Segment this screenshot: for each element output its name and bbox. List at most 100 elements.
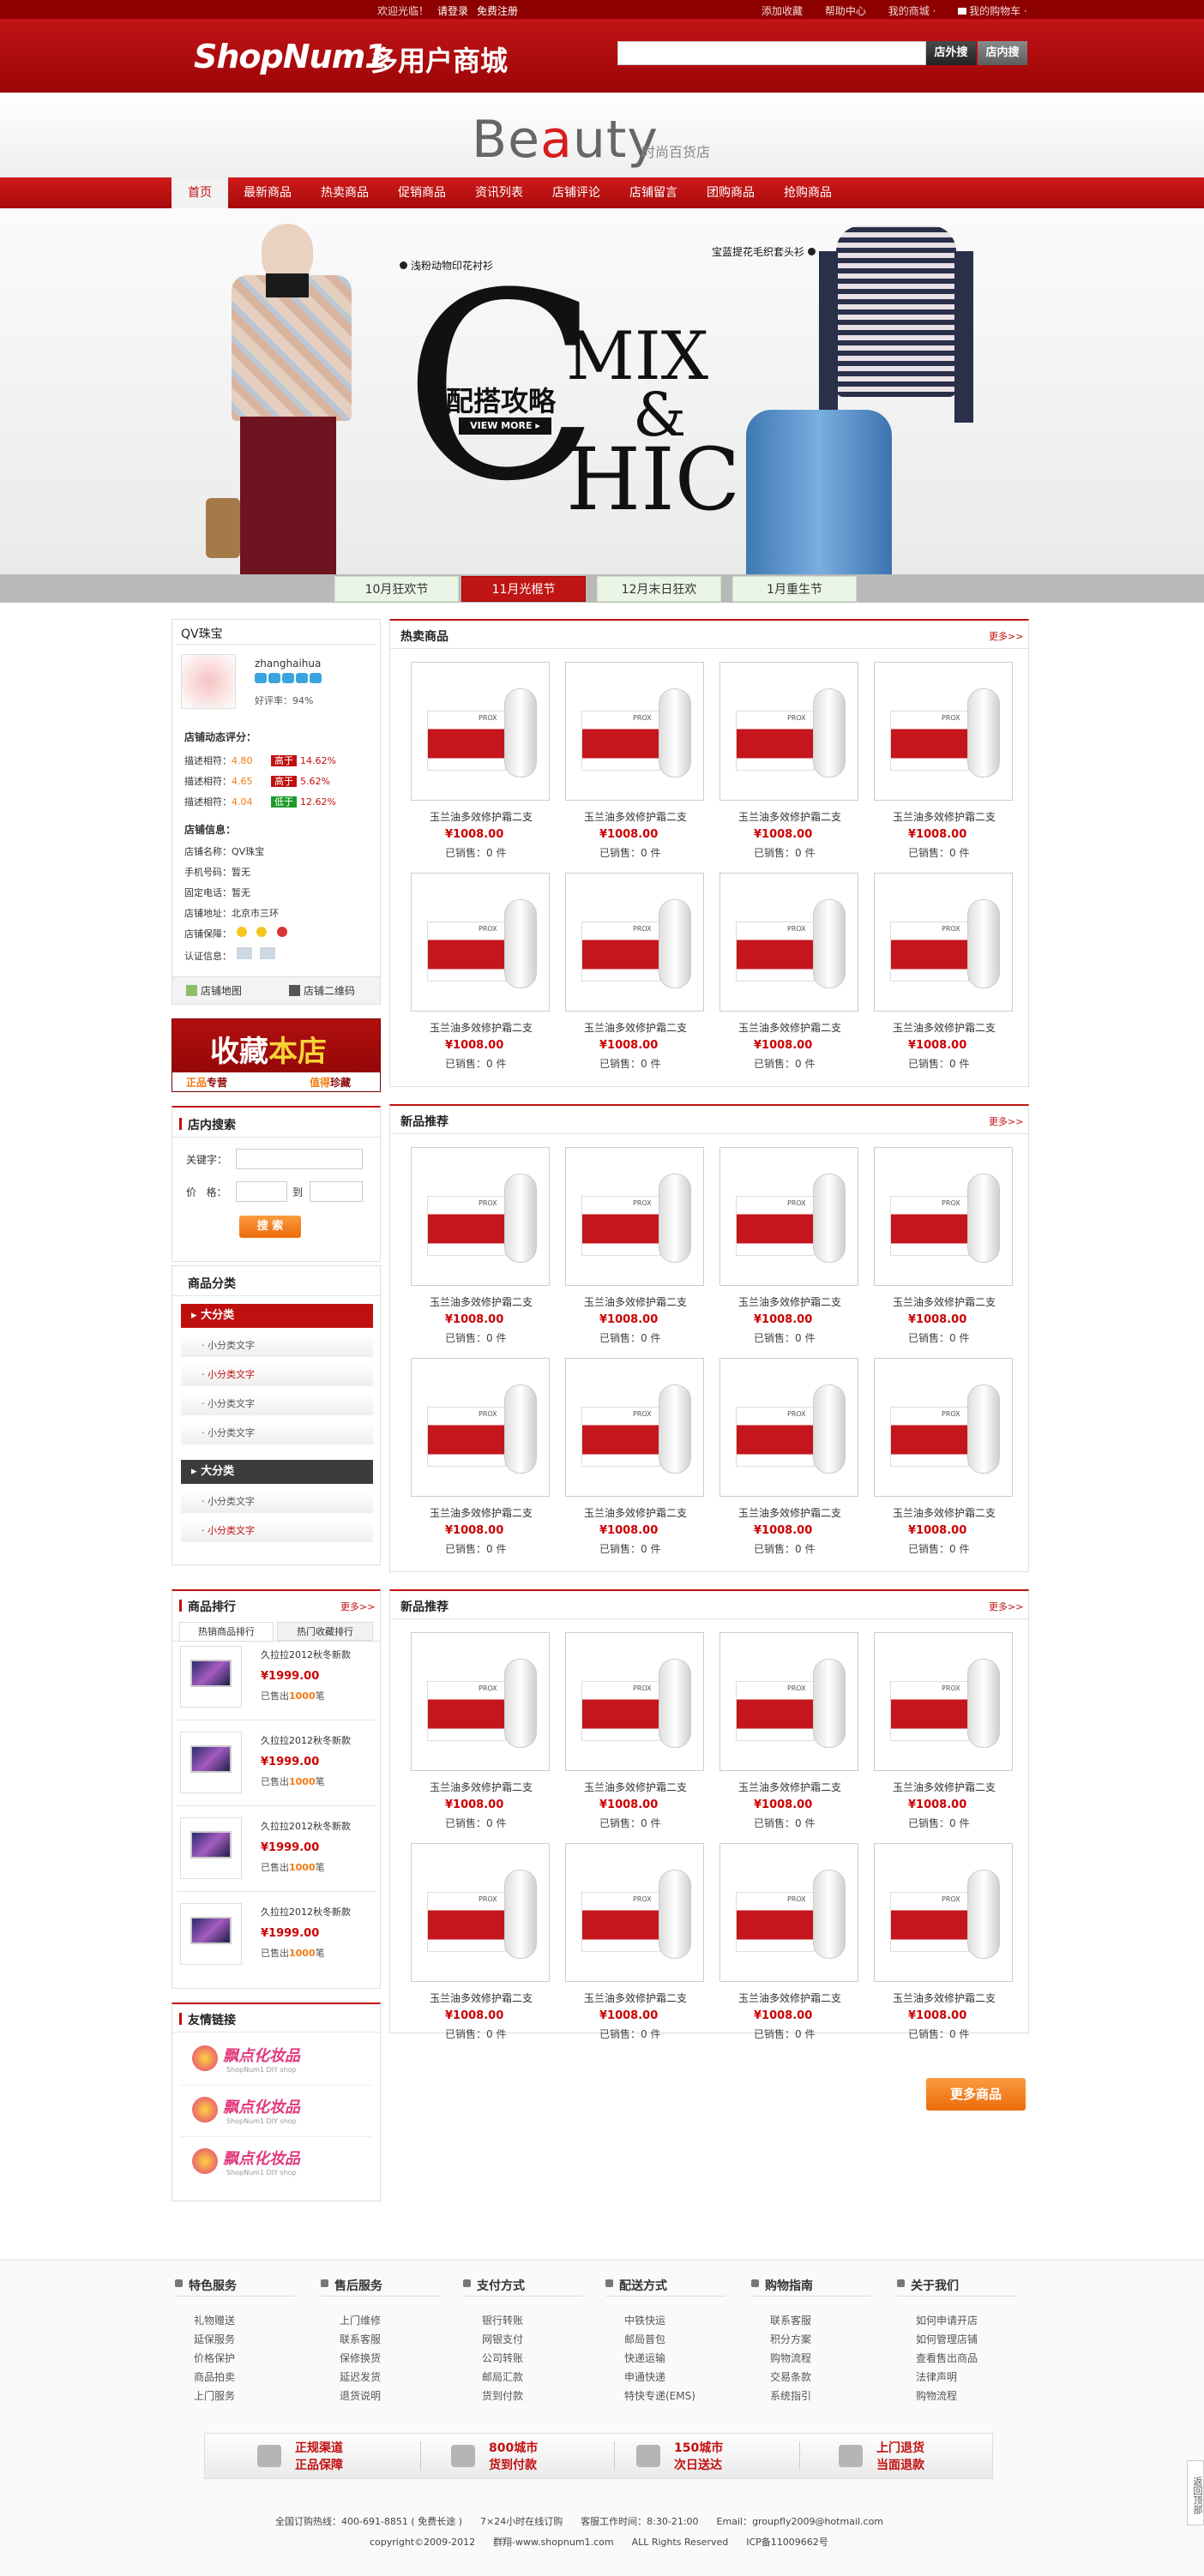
product-card[interactable]: PROX 玉兰油多效修护霜二支 ¥1008.00 已销售：0 件 (411, 873, 551, 1070)
product-card[interactable]: PROX 玉兰油多效修护霜二支 ¥1008.00 已销售：0 件 (411, 1843, 551, 2040)
footer-link[interactable]: 交易条款 (770, 2369, 811, 2384)
friend-link-logo[interactable]: 飘点化妆品 ShopNum1 DIY shop (192, 2092, 329, 2129)
site-logo[interactable]: ShopNum1 (194, 38, 388, 75)
product-image[interactable]: PROX (565, 1358, 704, 1497)
banner[interactable]: 浅粉动物印花衬衫 C 配搭攻略 VIEW MORE ▸ MIX & HIC 宝蓝… (0, 208, 1204, 603)
footer-link[interactable]: 查看售出商品 (916, 2351, 978, 2365)
product-card[interactable]: PROX 玉兰油多效修护霜二支 ¥1008.00 已销售：0 件 (565, 662, 706, 859)
ranking-item-name[interactable]: 久拉拉2012秋冬新款 (261, 1648, 351, 1661)
product-image[interactable]: PROX (565, 1843, 704, 1982)
nav-group-buy[interactable]: 团购商品 (696, 177, 765, 208)
product-image[interactable]: PROX (411, 873, 550, 1012)
category-group-header[interactable]: ▸ 大分类 (181, 1304, 373, 1328)
product-name[interactable]: 玉兰油多效修护霜二支 (874, 1294, 1014, 1309)
product-card[interactable]: PROX 玉兰油多效修护霜二支 ¥1008.00 已销售：0 件 (411, 662, 551, 859)
footer-link[interactable]: 特快专递(EMS) (624, 2388, 695, 2403)
footer-link[interactable]: 如何申请开店 (916, 2313, 978, 2327)
product-card[interactable]: PROX 玉兰油多效修护霜二支 ¥1008.00 已销售：0 件 (565, 1632, 706, 1829)
category-item[interactable]: · 小分类文字 (181, 1364, 373, 1386)
search-inside-button[interactable]: 店内搜 (978, 41, 1027, 65)
product-image[interactable]: PROX (719, 873, 858, 1012)
help-center-link[interactable]: 帮助中心 (825, 5, 866, 17)
product-image[interactable]: PROX (719, 1632, 858, 1771)
product-image[interactable]: PROX (411, 1358, 550, 1497)
product-card[interactable]: PROX 玉兰油多效修护霜二支 ¥1008.00 已销售：0 件 (874, 1358, 1014, 1555)
footer-link[interactable]: 银行转账 (482, 2313, 523, 2327)
search-input[interactable] (617, 41, 926, 65)
product-name[interactable]: 玉兰油多效修护霜二支 (565, 1780, 706, 1794)
footer-link[interactable]: 联系客服 (770, 2313, 811, 2327)
product-name[interactable]: 玉兰油多效修护霜二支 (719, 1991, 860, 2005)
footer-link[interactable]: 上门服务 (194, 2388, 235, 2403)
product-name[interactable]: 玉兰油多效修护霜二支 (719, 1294, 860, 1309)
product-image[interactable]: PROX (874, 1147, 1013, 1286)
product-card[interactable]: PROX 玉兰油多效修护霜二支 ¥1008.00 已销售：0 件 (719, 1147, 860, 1344)
product-image[interactable]: PROX (565, 873, 704, 1012)
product-image[interactable]: PROX (565, 1632, 704, 1771)
login-link[interactable]: 请登录 (437, 5, 468, 17)
product-image[interactable]: PROX (874, 1358, 1013, 1497)
category-item[interactable]: · 小分类文字 (181, 1335, 373, 1357)
product-name[interactable]: 玉兰油多效修护霜二支 (411, 1020, 551, 1035)
footer-link[interactable]: 延保服务 (194, 2332, 235, 2346)
category-item[interactable]: · 小分类文字 (181, 1520, 373, 1542)
product-name[interactable]: 玉兰油多效修护霜二支 (719, 1020, 860, 1035)
back-to-top-tab[interactable]: 返回顶部 (1187, 2460, 1204, 2525)
price-min-input[interactable] (236, 1181, 287, 1202)
product-card[interactable]: PROX 玉兰油多效修护霜二支 ¥1008.00 已销售：0 件 (874, 662, 1014, 859)
nav-flash-sale[interactable]: 抢购商品 (774, 177, 842, 208)
friend-link-logo[interactable]: 飘点化妆品 ShopNum1 DIY shop (192, 2143, 329, 2181)
product-card[interactable]: PROX 玉兰油多效修护霜二支 ¥1008.00 已销售：0 件 (719, 1358, 860, 1555)
price-max-input[interactable] (310, 1181, 363, 1202)
product-card[interactable]: PROX 玉兰油多效修护霜二支 ¥1008.00 已销售：0 件 (565, 873, 706, 1070)
footer-link[interactable]: 货到付款 (482, 2388, 523, 2403)
section-more-link[interactable]: 更多>> (989, 1600, 1023, 1613)
footer-link[interactable]: 邮局汇款 (482, 2369, 523, 2384)
product-card[interactable]: PROX 玉兰油多效修护霜二支 ¥1008.00 已销售：0 件 (411, 1358, 551, 1555)
search-outside-button[interactable]: 店外搜 (926, 41, 976, 65)
product-card[interactable]: PROX 玉兰油多效修护霜二支 ¥1008.00 已销售：0 件 (719, 662, 860, 859)
product-card[interactable]: PROX 玉兰油多效修护霜二支 ¥1008.00 已销售：0 件 (565, 1147, 706, 1344)
product-name[interactable]: 玉兰油多效修护霜二支 (874, 1505, 1014, 1520)
product-image[interactable]: PROX (565, 1147, 704, 1286)
footer-link[interactable]: 上门维修 (340, 2313, 381, 2327)
product-name[interactable]: 玉兰油多效修护霜二支 (874, 1991, 1014, 2005)
shop-qrcode-link[interactable]: 店铺二维码 (289, 983, 355, 998)
product-card[interactable]: PROX 玉兰油多效修护霜二支 ¥1008.00 已销售：0 件 (411, 1632, 551, 1829)
product-card[interactable]: PROX 玉兰油多效修护霜二支 ¥1008.00 已销售：0 件 (565, 1843, 706, 2040)
footer-link[interactable]: 积分方案 (770, 2332, 811, 2346)
product-card[interactable]: PROX 玉兰油多效修护霜二支 ¥1008.00 已销售：0 件 (874, 1843, 1014, 2040)
product-name[interactable]: 玉兰油多效修护霜二支 (719, 1505, 860, 1520)
footer-link[interactable]: 联系客服 (340, 2332, 381, 2346)
footer-link[interactable]: 如何管理店铺 (916, 2332, 978, 2346)
product-name[interactable]: 玉兰油多效修护霜二支 (874, 809, 1014, 824)
product-name[interactable]: 玉兰油多效修护霜二支 (719, 1780, 860, 1794)
product-name[interactable]: 玉兰油多效修护霜二支 (565, 1294, 706, 1309)
footer-link[interactable]: 购物流程 (770, 2351, 811, 2365)
nav-reviews[interactable]: 店铺评论 (542, 177, 611, 208)
nav-promo[interactable]: 促销商品 (388, 177, 456, 208)
ranking-tab[interactable]: 热门收藏排行 (277, 1622, 373, 1641)
product-image[interactable]: PROX (719, 1147, 858, 1286)
nav-hot[interactable]: 热卖商品 (310, 177, 379, 208)
footer-link[interactable]: 法律声明 (916, 2369, 957, 2384)
footer-link[interactable]: 系统指引 (770, 2388, 811, 2403)
product-image[interactable]: PROX (411, 1147, 550, 1286)
product-card[interactable]: PROX 玉兰油多效修护霜二支 ¥1008.00 已销售：0 件 (874, 1632, 1014, 1829)
footer-link[interactable]: 公司转账 (482, 2351, 523, 2365)
product-image[interactable]: PROX (411, 1843, 550, 1982)
product-name[interactable]: 玉兰油多效修护霜二支 (565, 809, 706, 824)
product-name[interactable]: 玉兰油多效修护霜二支 (411, 1991, 551, 2005)
product-card[interactable]: PROX 玉兰油多效修护霜二支 ¥1008.00 已销售：0 件 (874, 873, 1014, 1070)
product-name[interactable]: 玉兰油多效修护霜二支 (565, 1991, 706, 2005)
keyword-input[interactable] (236, 1149, 363, 1169)
product-name[interactable]: 玉兰油多效修护霜二支 (411, 1780, 551, 1794)
footer-link[interactable]: 邮局普包 (624, 2332, 665, 2346)
banner-tab-1[interactable]: 10月狂欢节 (334, 576, 459, 602)
product-image[interactable]: PROX (411, 662, 550, 801)
product-image[interactable]: PROX (874, 662, 1013, 801)
product-card[interactable]: PROX 玉兰油多效修护霜二支 ¥1008.00 已销售：0 件 (719, 1632, 860, 1829)
product-card[interactable]: PROX 玉兰油多效修护霜二支 ¥1008.00 已销售：0 件 (719, 1843, 860, 2040)
product-name[interactable]: 玉兰油多效修护霜二支 (565, 1505, 706, 1520)
my-mall-link[interactable]: 我的商城 · (888, 5, 936, 17)
